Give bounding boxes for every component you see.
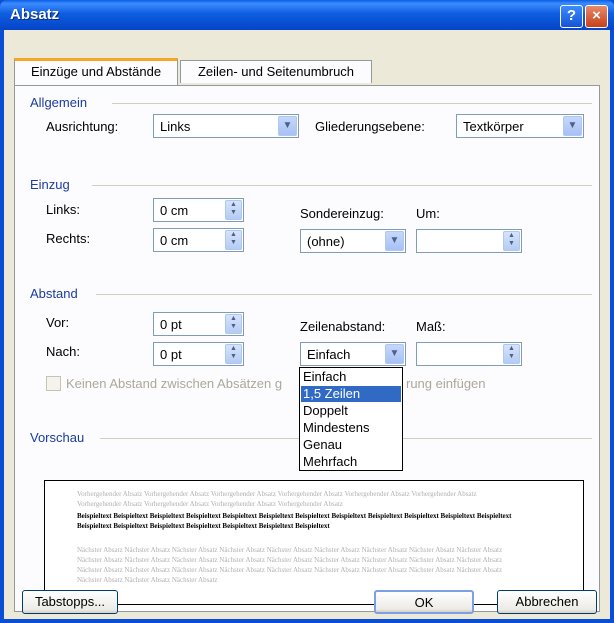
gliederungsebene-value: Textkörper (463, 119, 524, 134)
chevron-down-icon[interactable]: ▼ (563, 116, 582, 136)
tabstopps-button[interactable]: Tabstopps... (22, 590, 118, 614)
sondereinzug-select[interactable]: (ohne) ▼ (300, 229, 406, 253)
spin-down-icon[interactable]: ▼ (230, 323, 237, 330)
divider (112, 103, 592, 104)
tab-zeilen-seitenumbruch[interactable]: Zeilen- und Seitenumbruch (180, 60, 372, 83)
dropdown-option-genau[interactable]: Genau (301, 437, 401, 453)
keinen-abstand-checkbox[interactable] (46, 376, 61, 391)
rechts-spinner[interactable]: 0 cm ▲ ▼ (153, 228, 244, 252)
preview-next-paragraph: Nächster Absatz Nächster Absatz Nächster… (77, 546, 503, 584)
spin-down-icon[interactable]: ▼ (508, 353, 515, 360)
nach-spinner[interactable]: 0 pt ▲ ▼ (153, 342, 244, 366)
vor-label: Vor: (46, 315, 70, 330)
rechts-value: 0 cm (160, 233, 189, 248)
spin-buttons[interactable]: ▲ ▼ (225, 344, 242, 364)
gliederungsebene-label: Gliederungsebene: (315, 119, 425, 134)
sondereinzug-value: (ohne) (307, 234, 345, 249)
um-spinner[interactable]: ▲ ▼ (416, 229, 522, 253)
spin-buttons[interactable]: ▲ ▼ (225, 230, 242, 250)
preview-previous-paragraph: Vorhergehender Absatz Vorhergehender Abs… (77, 490, 477, 508)
spin-up-icon[interactable]: ▲ (508, 345, 515, 352)
zeilenabstand-label: Zeilenabstand: (300, 319, 386, 334)
gliederungsebene-select[interactable]: Textkörper ▼ (456, 114, 584, 138)
dropdown-option-1-5-zeilen[interactable]: 1,5 Zeilen (301, 386, 401, 402)
dropdown-option-mindestens[interactable]: Mindestens (301, 420, 401, 436)
spin-down-icon[interactable]: ▼ (508, 240, 515, 247)
section-allgemein: Allgemein (30, 95, 88, 110)
dropdown-option-doppelt[interactable]: Doppelt (301, 403, 401, 419)
vor-value: 0 pt (160, 317, 182, 332)
chevron-down-icon[interactable]: ▼ (385, 231, 404, 251)
title-bar: Absatz ? × (0, 0, 614, 30)
zeilenabstand-dropdown-list: Einfach 1,5 Zeilen Doppelt Mindestens Ge… (299, 367, 403, 471)
section-vorschau: Vorschau (30, 430, 85, 445)
dialog-client: Einzüge und Abstände Zeilen- und Seitenu… (4, 30, 610, 619)
ausrichtung-select[interactable]: Links ▼ (153, 114, 299, 138)
spin-down-icon[interactable]: ▼ (230, 353, 237, 360)
window-title: Absatz (10, 6, 60, 23)
ausrichtung-value: Links (160, 119, 191, 134)
tab-label: Zeilen- und Seitenumbruch (197, 64, 355, 79)
mass-spinner[interactable]: ▲ ▼ (416, 342, 522, 366)
section-einzug: Einzug (30, 177, 70, 192)
spin-up-icon[interactable]: ▲ (230, 231, 237, 238)
nach-label: Nach: (46, 344, 80, 359)
keinen-abstand-label-end: rung einfügen (406, 376, 486, 391)
tab-label: Einzüge und Abstände (30, 64, 162, 79)
links-value: 0 cm (160, 203, 189, 218)
keinen-abstand-label: Keinen Abstand zwischen Absätzen g (66, 376, 283, 391)
preview-sample-paragraph: Beispieltext Beispieltext Beispieltext B… (77, 512, 512, 530)
spin-down-icon[interactable]: ▼ (230, 209, 237, 216)
links-label: Links: (46, 202, 80, 217)
help-icon[interactable]: ? (560, 5, 583, 28)
mass-label: Maß: (416, 319, 446, 334)
rechts-label: Rechts: (46, 231, 91, 246)
dropdown-option-mehrfach[interactable]: Mehrfach (301, 454, 401, 470)
ausrichtung-label: Ausrichtung: (46, 119, 119, 134)
close-icon[interactable]: × (585, 5, 608, 28)
abbrechen-button[interactable]: Abbrechen (497, 590, 597, 614)
spin-buttons[interactable]: ▲ ▼ (225, 200, 242, 220)
vor-spinner[interactable]: 0 pt ▲ ▼ (153, 312, 244, 336)
tab-einzuege-abstaende[interactable]: Einzüge und Abstände (14, 58, 178, 85)
links-spinner[interactable]: 0 cm ▲ ▼ (153, 198, 244, 222)
preview-box: Vorhergehender Absatz Vorhergehender Abs… (44, 480, 584, 605)
chevron-down-icon[interactable]: ▼ (385, 344, 404, 364)
divider (92, 185, 592, 186)
dialog-window: Absatz ? × Einzüge und Abstände Zeilen- … (0, 0, 614, 623)
dropdown-option-einfach[interactable]: Einfach (301, 369, 401, 385)
spin-up-icon[interactable]: ▲ (508, 232, 515, 239)
zeilenabstand-select[interactable]: Einfach ▼ (300, 342, 406, 366)
nach-value: 0 pt (160, 347, 182, 362)
spin-up-icon[interactable]: ▲ (230, 315, 237, 322)
um-label: Um: (416, 206, 440, 221)
spin-down-icon[interactable]: ▼ (230, 239, 237, 246)
spin-up-icon[interactable]: ▲ (230, 201, 237, 208)
sondereinzug-label: Sondereinzug: (300, 206, 384, 221)
section-abstand: Abstand (30, 286, 78, 301)
chevron-down-icon[interactable]: ▼ (278, 116, 297, 136)
divider (96, 294, 592, 295)
ok-button[interactable]: OK (374, 590, 474, 614)
spin-buttons[interactable]: ▲ ▼ (225, 314, 242, 334)
spin-buttons[interactable]: ▲ ▼ (503, 344, 520, 364)
zeilenabstand-value: Einfach (307, 347, 351, 362)
spin-buttons[interactable]: ▲ ▼ (503, 231, 520, 251)
spin-up-icon[interactable]: ▲ (230, 345, 237, 352)
